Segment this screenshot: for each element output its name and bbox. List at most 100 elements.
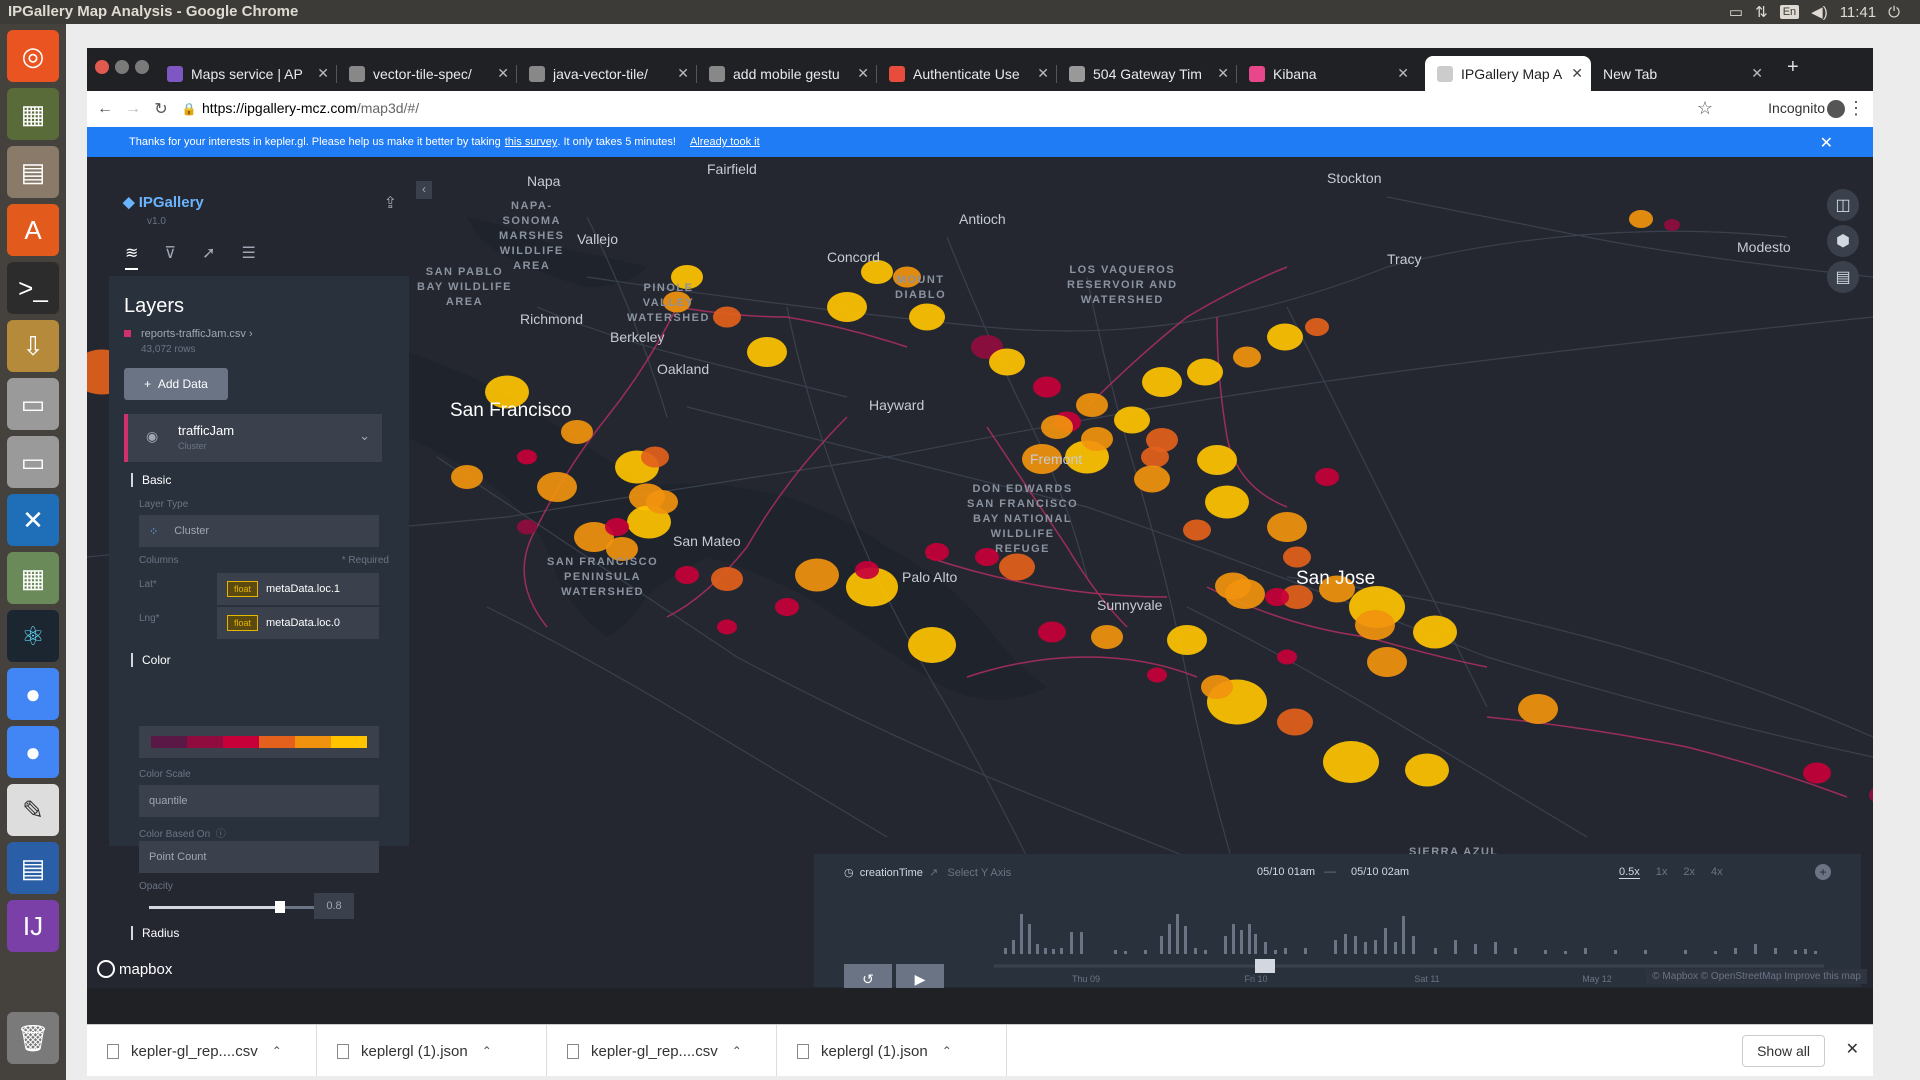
- drive2-icon[interactable]: ▭: [7, 436, 59, 488]
- map-canvas[interactable]: Fairfield Napa Stockton Antioch Vallejo …: [87, 157, 1873, 988]
- play-button[interactable]: ▶: [896, 964, 944, 988]
- new-tab-plus-icon[interactable]: +: [1787, 56, 1799, 79]
- chevron-up-icon[interactable]: ⌃: [272, 1044, 282, 1058]
- window-close-button[interactable]: [95, 60, 109, 74]
- vscode-icon[interactable]: ✕: [7, 494, 59, 546]
- cluster-marker[interactable]: [1033, 376, 1061, 398]
- cluster-marker[interactable]: [795, 558, 839, 592]
- cluster-marker[interactable]: [1134, 465, 1170, 493]
- filters-tab-icon[interactable]: ⊽: [164, 243, 176, 270]
- cluster-marker[interactable]: [537, 472, 577, 502]
- cluster-marker[interactable]: [1283, 546, 1311, 568]
- collapse-panel-button[interactable]: ‹: [416, 181, 432, 199]
- download-item[interactable]: keplergl (1).json ⌃: [317, 1025, 547, 1076]
- interactions-tab-icon[interactable]: ➚: [202, 243, 215, 270]
- cluster-marker[interactable]: [1081, 427, 1113, 451]
- cluster-marker[interactable]: [855, 561, 879, 579]
- tab-java-vector-tile[interactable]: java-vector-tile/ ✕: [517, 56, 697, 91]
- files-icon[interactable]: ▤: [7, 146, 59, 198]
- tab-maps-service[interactable]: Maps service | AP ✕: [155, 56, 337, 91]
- download-item[interactable]: kepler-gl_rep....csv ⌃: [87, 1025, 317, 1076]
- radius-section[interactable]: Radius: [131, 926, 179, 940]
- cluster-marker[interactable]: [775, 598, 799, 616]
- downloads-icon[interactable]: ⇩: [7, 320, 59, 372]
- system-monitor-icon[interactable]: ▦: [7, 88, 59, 140]
- document-icon[interactable]: ▤: [7, 842, 59, 894]
- cluster-marker[interactable]: [925, 543, 949, 561]
- map-style-tab-icon[interactable]: ☰: [242, 243, 256, 270]
- ubuntu-dash-icon[interactable]: ◎: [7, 30, 59, 82]
- intellij-icon[interactable]: IJ: [7, 900, 59, 952]
- cluster-marker[interactable]: [1405, 753, 1449, 787]
- cluster-marker[interactable]: [561, 420, 593, 444]
- cluster-marker[interactable]: [1076, 393, 1108, 417]
- drive-icon[interactable]: ▭: [7, 378, 59, 430]
- cluster-marker[interactable]: [1265, 588, 1289, 606]
- tab-close-icon[interactable]: ✕: [1751, 65, 1763, 82]
- layer-card[interactable]: ◉ trafficJam Cluster ⌄: [124, 414, 382, 462]
- tab-close-icon[interactable]: ✕: [497, 65, 509, 82]
- keyboard-language[interactable]: En: [1779, 5, 1800, 19]
- chevron-up-icon[interactable]: ⌃: [942, 1044, 952, 1058]
- opacity-input[interactable]: 0.8: [314, 893, 354, 919]
- color-based-select[interactable]: Point Count: [139, 841, 379, 873]
- cluster-marker[interactable]: [713, 306, 741, 328]
- address-bar[interactable]: https://ipgallery-mcz.com/map3d/#/: [202, 100, 419, 116]
- tab-close-icon[interactable]: ✕: [677, 65, 689, 82]
- window-maximize-button[interactable]: [135, 60, 149, 74]
- color-scale-select[interactable]: quantile: [139, 785, 379, 817]
- chevron-up-icon[interactable]: ⌃: [732, 1044, 742, 1058]
- info-icon[interactable]: ⓘ: [216, 829, 226, 840]
- color-section[interactable]: Color: [131, 653, 171, 667]
- cluster-marker[interactable]: [1038, 621, 1066, 643]
- chrome-icon[interactable]: ●: [7, 668, 59, 720]
- reload-icon[interactable]: ↻: [147, 99, 175, 119]
- cluster-marker[interactable]: [517, 519, 537, 535]
- banner-close-icon[interactable]: ✕: [1820, 133, 1833, 153]
- volume-icon[interactable]: ◀): [1811, 3, 1828, 21]
- legend-button[interactable]: ▤: [1827, 261, 1859, 293]
- mapbox-logo[interactable]: mapbox: [97, 960, 172, 978]
- cluster-marker[interactable]: [1869, 786, 1873, 804]
- chrome2-icon[interactable]: ●: [7, 726, 59, 778]
- text-editor-icon[interactable]: ✎: [7, 784, 59, 836]
- terminal-icon[interactable]: >_: [7, 262, 59, 314]
- software-center-icon[interactable]: A: [7, 204, 59, 256]
- already-took-it-link[interactable]: Already took it: [690, 136, 760, 148]
- tab-add-mobile-gestures[interactable]: add mobile gestu ✕: [697, 56, 877, 91]
- 3d-view-button[interactable]: ⬢: [1827, 225, 1859, 257]
- tab-close-icon[interactable]: ✕: [317, 65, 329, 82]
- tab-kibana[interactable]: Kibana ✕: [1237, 56, 1417, 91]
- cluster-marker[interactable]: [1629, 210, 1653, 228]
- forward-arrow-icon[interactable]: →: [119, 100, 147, 118]
- cluster-marker[interactable]: [1187, 358, 1223, 386]
- cluster-marker[interactable]: [1142, 367, 1182, 397]
- cluster-marker[interactable]: [989, 348, 1025, 376]
- cluster-marker[interactable]: [1205, 485, 1249, 519]
- cluster-marker[interactable]: [747, 337, 787, 367]
- tab-close-icon[interactable]: ✕: [857, 65, 869, 82]
- survey-link[interactable]: this survey: [505, 136, 558, 148]
- back-arrow-icon[interactable]: ←: [91, 100, 119, 118]
- dataset-name[interactable]: reports-trafficJam.csv ›: [124, 328, 253, 340]
- clock[interactable]: 11:41: [1840, 4, 1876, 21]
- tab-vector-tile-spec[interactable]: vector-tile-spec/ ✕: [337, 56, 517, 91]
- tab-new-tab[interactable]: New Tab ✕: [1591, 56, 1771, 91]
- layer-name[interactable]: trafficJam: [178, 423, 234, 438]
- cluster-marker[interactable]: [909, 303, 945, 331]
- download-item[interactable]: kepler-gl_rep....csv ⌃: [547, 1025, 777, 1076]
- cluster-marker[interactable]: [517, 449, 537, 465]
- bookmark-star-icon[interactable]: ☆: [1697, 98, 1713, 119]
- power-icon[interactable]: ⏻: [1888, 4, 1900, 21]
- lat-column-select[interactable]: float metaData.loc.1: [217, 573, 379, 605]
- cluster-marker[interactable]: [675, 566, 699, 584]
- cluster-marker[interactable]: [711, 567, 743, 591]
- close-shelf-icon[interactable]: ✕: [1846, 1039, 1859, 1059]
- cluster-marker[interactable]: [605, 518, 629, 536]
- split-map-button[interactable]: ◫: [1827, 189, 1859, 221]
- export-icon[interactable]: ⇪: [384, 193, 397, 213]
- tab-close-icon[interactable]: ✕: [1571, 65, 1583, 82]
- cluster-marker[interactable]: [1315, 468, 1339, 486]
- layers-tab-icon[interactable]: ≋: [125, 243, 139, 270]
- react-icon[interactable]: ⚛: [7, 610, 59, 662]
